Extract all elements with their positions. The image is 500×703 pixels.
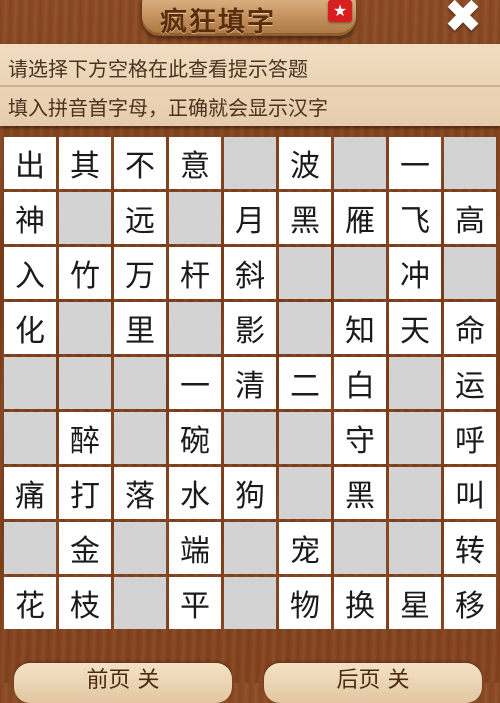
grid-cell[interactable]: 意 xyxy=(169,137,221,189)
grid-cell-blank[interactable] xyxy=(224,522,276,574)
grid-cell-blank[interactable] xyxy=(224,137,276,189)
grid-cell[interactable]: 影 xyxy=(224,302,276,354)
grid-cell[interactable]: 呼 xyxy=(444,412,496,464)
prev-page-button[interactable]: 前页 关 xyxy=(14,663,232,703)
grid-cell-blank[interactable] xyxy=(114,577,166,629)
grid-cell[interactable]: 醉 xyxy=(59,412,111,464)
grid-cell-blank[interactable] xyxy=(334,137,386,189)
grid-cell[interactable]: 枝 xyxy=(59,577,111,629)
grid-cell[interactable]: 飞 xyxy=(389,192,441,244)
grid-cell[interactable]: 斜 xyxy=(224,247,276,299)
grid-cell[interactable]: 高 xyxy=(444,192,496,244)
grid-cell[interactable]: 守 xyxy=(334,412,386,464)
grid-cell[interactable]: 远 xyxy=(114,192,166,244)
grid-cell[interactable]: 碗 xyxy=(169,412,221,464)
grid-cell[interactable]: 换 xyxy=(334,577,386,629)
grid-cell-blank[interactable] xyxy=(4,522,56,574)
grid-cell[interactable]: 星 xyxy=(389,577,441,629)
grid-cell[interactable]: 雁 xyxy=(334,192,386,244)
ribbon-icon: ★ xyxy=(328,0,352,22)
grid-cell[interactable]: 水 xyxy=(169,467,221,519)
hint-text-line-1: 请选择下方空格在此查看提示答题 xyxy=(8,57,308,81)
grid-cell[interactable]: 转 xyxy=(444,522,496,574)
grid-cell-blank[interactable] xyxy=(389,412,441,464)
grid-cell-blank[interactable] xyxy=(279,302,331,354)
grid-cell-blank[interactable] xyxy=(279,247,331,299)
grid-cell[interactable]: 知 xyxy=(334,302,386,354)
grid-cell-blank[interactable] xyxy=(59,192,111,244)
grid-cell-blank[interactable] xyxy=(114,412,166,464)
grid-cell[interactable]: 竹 xyxy=(59,247,111,299)
grid-cell-blank[interactable] xyxy=(389,357,441,409)
grid-cell-blank[interactable] xyxy=(59,357,111,409)
grid-cell[interactable]: 一 xyxy=(389,137,441,189)
grid-cell[interactable]: 一 xyxy=(169,357,221,409)
grid-cell-blank[interactable] xyxy=(114,522,166,574)
grid-cell[interactable]: 移 xyxy=(444,577,496,629)
grid-cell[interactable]: 端 xyxy=(169,522,221,574)
title-plaque: 疯狂填字 ★ xyxy=(142,0,356,38)
grid-cell-blank[interactable] xyxy=(389,467,441,519)
grid-cell[interactable]: 黑 xyxy=(334,467,386,519)
grid-cell[interactable]: 叫 xyxy=(444,467,496,519)
next-page-button[interactable]: 后页 关 xyxy=(264,663,482,703)
grid-cell[interactable]: 平 xyxy=(169,577,221,629)
hint-divider xyxy=(0,85,500,87)
grid-cell[interactable]: 花 xyxy=(4,577,56,629)
grid-cell[interactable]: 清 xyxy=(224,357,276,409)
grid-cell-blank[interactable] xyxy=(444,137,496,189)
grid-cell[interactable]: 运 xyxy=(444,357,496,409)
grid-cell[interactable]: 入 xyxy=(4,247,56,299)
grid-cell[interactable]: 狗 xyxy=(224,467,276,519)
grid-cell[interactable]: 二 xyxy=(279,357,331,409)
grid-cell[interactable]: 神 xyxy=(4,192,56,244)
grid-cell-blank[interactable] xyxy=(169,302,221,354)
grid-cell[interactable]: 黑 xyxy=(279,192,331,244)
grid-cell[interactable]: 金 xyxy=(59,522,111,574)
close-button[interactable]: ✖ xyxy=(440,0,486,39)
grid-cell-blank[interactable] xyxy=(389,522,441,574)
grid-cell-blank[interactable] xyxy=(4,412,56,464)
grid-cell-blank[interactable] xyxy=(169,192,221,244)
grid-cell-blank[interactable] xyxy=(4,357,56,409)
grid-cell-blank[interactable] xyxy=(59,302,111,354)
grid-cell-blank[interactable] xyxy=(224,412,276,464)
grid-cell[interactable]: 冲 xyxy=(389,247,441,299)
grid-cell-blank[interactable] xyxy=(279,412,331,464)
hint-text-line-2: 填入拼音首字母，正确就会显示汉字 xyxy=(8,96,328,120)
grid-cell-blank[interactable] xyxy=(334,247,386,299)
grid-cell[interactable]: 白 xyxy=(334,357,386,409)
grid-cell[interactable]: 其 xyxy=(59,137,111,189)
grid-cell[interactable]: 杆 xyxy=(169,247,221,299)
grid-cell[interactable]: 打 xyxy=(59,467,111,519)
grid-cell[interactable]: 化 xyxy=(4,302,56,354)
grid-cell[interactable]: 宠 xyxy=(279,522,331,574)
grid-cell-blank[interactable] xyxy=(279,467,331,519)
grid-cell[interactable]: 万 xyxy=(114,247,166,299)
grid-cell[interactable]: 波 xyxy=(279,137,331,189)
grid-cell-blank[interactable] xyxy=(444,247,496,299)
crossword-grid: 出其不意波一神远月黑雁飞高入竹万杆斜冲化里影知天命一清二白运醉碗守呼痛打落水狗黑… xyxy=(4,137,496,629)
grid-cell[interactable]: 命 xyxy=(444,302,496,354)
top-bar: 疯狂填字 ★ ✖ xyxy=(0,0,500,44)
grid-cell[interactable]: 不 xyxy=(114,137,166,189)
hint-panel: 请选择下方空格在此查看提示答题 填入拼音首字母，正确就会显示汉字 xyxy=(0,44,500,126)
grid-cell-blank[interactable] xyxy=(224,577,276,629)
grid-cell-blank[interactable] xyxy=(114,357,166,409)
grid-cell[interactable]: 落 xyxy=(114,467,166,519)
grid-cell[interactable]: 里 xyxy=(114,302,166,354)
grid-cell[interactable]: 物 xyxy=(279,577,331,629)
grid-cell[interactable]: 出 xyxy=(4,137,56,189)
grid-cell[interactable]: 天 xyxy=(389,302,441,354)
grid-cell[interactable]: 痛 xyxy=(4,467,56,519)
game-title: 疯狂填字 xyxy=(160,7,276,38)
grid-cell[interactable]: 月 xyxy=(224,192,276,244)
grid-cell-blank[interactable] xyxy=(334,522,386,574)
